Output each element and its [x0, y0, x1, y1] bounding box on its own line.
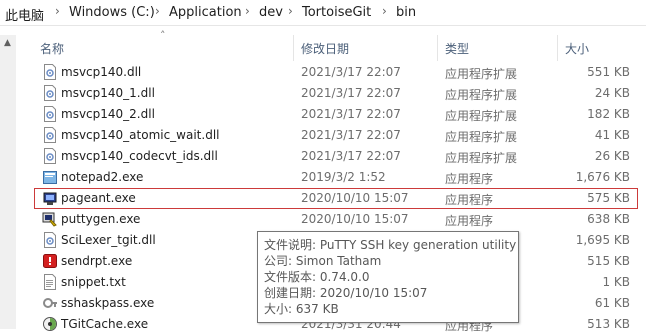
file-name: msvcp140_codecvt_ids.dll: [61, 149, 218, 163]
tooltip-company: 公司: Simon Tatham: [264, 254, 382, 268]
file-row[interactable]: puttygen.exe 2020/10/10 15:07 应用程序 638 K…: [34, 209, 638, 230]
file-type: 应用程序扩展: [445, 151, 518, 165]
dll-file-icon: [44, 64, 56, 80]
file-type: 应用程序: [445, 214, 494, 228]
breadcrumb-tortoisegit[interactable]: TortoiseGit: [302, 5, 371, 20]
dll-file-icon: [44, 127, 56, 143]
file-name: snippet.txt: [61, 275, 126, 289]
dll-file-icon: [44, 232, 56, 248]
vertical-scrollbar[interactable]: ▲: [0, 35, 16, 329]
notepad2-app-icon: [43, 171, 57, 184]
column-header-type[interactable]: 类型: [445, 40, 469, 57]
chevron-right-icon[interactable]: ›: [288, 4, 293, 18]
breadcrumb-bin[interactable]: bin: [396, 5, 416, 20]
file-size: 638 KB: [587, 212, 630, 226]
column-header-date[interactable]: 修改日期: [301, 40, 349, 57]
chevron-right-icon[interactable]: ›: [155, 4, 160, 18]
file-row[interactable]: notepad2.exe 2019/3/2 1:52 应用程序 1,676 KB: [34, 167, 638, 188]
file-size: 24 KB: [594, 86, 630, 100]
dll-file-icon: [44, 148, 56, 164]
file-row-selected[interactable]: pageant.exe 2020/10/10 15:07 应用程序 575 KB: [34, 188, 638, 209]
column-header-size[interactable]: 大小: [565, 40, 589, 57]
sort-ascending-icon: ˄: [160, 29, 166, 42]
file-size: 1 KB: [602, 275, 630, 289]
file-date: 2021/3/17 22:07: [301, 65, 401, 79]
file-type: 应用程序扩展: [445, 67, 518, 81]
file-date: 2020/10/10 15:07: [301, 212, 409, 226]
file-name: msvcp140_1.dll: [61, 86, 155, 100]
file-name: msvcp140_2.dll: [61, 107, 155, 121]
breadcrumb-this-pc[interactable]: 此电脑: [5, 5, 44, 24]
file-row[interactable]: msvcp140_2.dll 2021/3/17 22:07 应用程序扩展 18…: [34, 104, 638, 125]
pageant-app-icon: [43, 192, 57, 205]
file-size: 41 KB: [594, 128, 630, 142]
file-size: 575 KB: [587, 191, 630, 205]
file-type: 应用程序扩展: [445, 109, 518, 123]
breadcrumb-drive-c[interactable]: Windows (C:): [69, 5, 155, 20]
breadcrumb-application[interactable]: Application: [169, 5, 242, 20]
column-divider[interactable]: [557, 35, 558, 61]
sshaskpass-app-icon: [43, 298, 57, 308]
breadcrumb-divider: [0, 25, 646, 26]
file-date: 2021/3/17 22:07: [301, 86, 401, 100]
file-size: 1,676 KB: [575, 170, 630, 184]
text-file-icon: [44, 274, 56, 290]
file-name: pageant.exe: [61, 191, 136, 205]
file-size: 515 KB: [587, 254, 630, 268]
file-row[interactable]: msvcp140_1.dll 2021/3/17 22:07 应用程序扩展 24…: [34, 83, 638, 104]
file-date: 2019/3/2 1:52: [301, 170, 386, 184]
file-row[interactable]: msvcp140_codecvt_ids.dll 2021/3/17 22:07…: [34, 146, 638, 167]
file-type: 应用程序扩展: [445, 88, 518, 102]
file-date: 2021/3/17 22:07: [301, 128, 401, 142]
file-name: sendrpt.exe: [61, 254, 133, 268]
file-name: puttygen.exe: [61, 212, 141, 226]
file-type: 应用程序: [445, 193, 494, 207]
file-date: 2021/3/17 22:07: [301, 149, 401, 163]
file-name: notepad2.exe: [61, 170, 144, 184]
file-size: 551 KB: [587, 65, 630, 79]
file-name: msvcp140.dll: [61, 65, 142, 79]
chevron-right-icon[interactable]: ›: [245, 4, 250, 18]
tooltip-created: 创建日期: 2020/10/10 15:07: [264, 286, 428, 300]
sendrpt-app-icon: [43, 254, 57, 268]
dll-file-icon: [44, 106, 56, 122]
tooltip-description: 文件说明: PuTTY SSH key generation utility: [264, 238, 517, 252]
chevron-right-icon[interactable]: ›: [382, 4, 387, 18]
file-info-tooltip: 文件说明: PuTTY SSH key generation utility 公…: [257, 231, 519, 323]
file-size: 26 KB: [594, 149, 630, 163]
column-divider[interactable]: [437, 35, 438, 61]
file-date: 2021/3/17 22:07: [301, 107, 401, 121]
column-divider[interactable]: [293, 35, 294, 61]
breadcrumb-dev[interactable]: dev: [259, 5, 283, 20]
file-row[interactable]: msvcp140_atomic_wait.dll 2021/3/17 22:07…: [34, 125, 638, 146]
puttygen-app-icon: [42, 212, 57, 227]
file-name: SciLexer_tgit.dll: [61, 233, 156, 247]
file-type: 应用程序: [445, 172, 494, 186]
file-name: msvcp140_atomic_wait.dll: [61, 128, 220, 142]
column-header-name[interactable]: 名称: [40, 40, 64, 57]
chevron-right-icon[interactable]: ›: [55, 4, 60, 18]
file-name: sshaskpass.exe: [61, 296, 155, 310]
tooltip-version: 文件版本: 0.74.0.0: [264, 270, 370, 284]
file-type: 应用程序扩展: [445, 130, 518, 144]
file-size: 1,695 KB: [575, 233, 630, 247]
column-header: ˄ 名称 修改日期 类型 大小: [0, 29, 646, 61]
file-size: 182 KB: [587, 107, 630, 121]
dll-file-icon: [44, 85, 56, 101]
file-row[interactable]: msvcp140.dll 2021/3/17 22:07 应用程序扩展 551 …: [34, 62, 638, 83]
breadcrumb: 此电脑 › Windows (C:) › Application › dev ›…: [0, 0, 646, 25]
tgitcache-app-icon: [43, 317, 57, 331]
file-date: 2020/10/10 15:07: [301, 191, 409, 205]
tooltip-size: 大小: 637 KB: [264, 302, 339, 316]
file-size: 61 KB: [594, 296, 630, 310]
